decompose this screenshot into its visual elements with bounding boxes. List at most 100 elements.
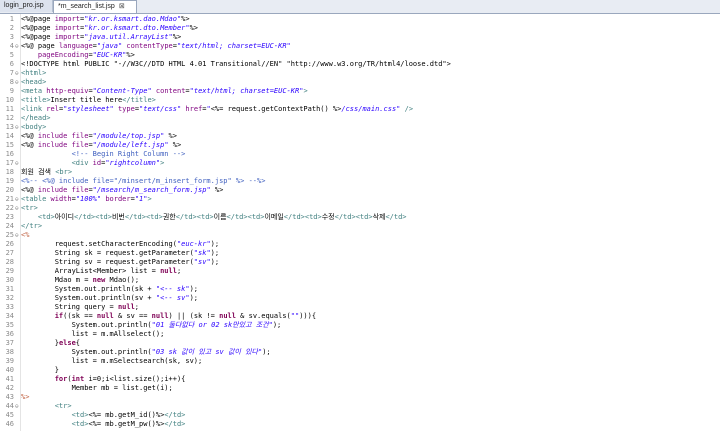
code-text: <tr>	[54, 402, 72, 410]
line-number: 23	[5, 213, 14, 221]
code-line[interactable]: 35 System.out.println("01 둘다없다 or 02 sk만…	[0, 321, 720, 330]
line-number: 37	[5, 339, 14, 347]
code-text: <meta http-equiv="Content-Type" content=…	[21, 87, 308, 95]
code-line[interactable]: 9 <meta http-equiv="Content-Type" content…	[0, 87, 720, 96]
line-number: 14	[5, 132, 14, 140]
code-line[interactable]: 34 if((sk == null & sv == null) || (sk !…	[0, 312, 720, 321]
code-line[interactable]: 3 <%@page import="java.util.ArrayList"%>	[0, 33, 720, 42]
editor-tab-bar: login_pro.jsp *m_search_list.jsp ⊠	[0, 0, 720, 14]
line-number: 31	[5, 285, 14, 293]
line-number: 18	[5, 168, 14, 176]
tab-m-search-list[interactable]: *m_search_list.jsp ⊠	[53, 0, 137, 13]
code-line[interactable]: 18 회원 검색 <br>	[0, 168, 720, 177]
code-line[interactable]: 30 Mdao m = new Mdao();	[0, 276, 720, 285]
code-text: <td>아이디</td><td>비번</td><td>권한</td><td>이름…	[37, 213, 407, 221]
code-line[interactable]: 6 <!DOCTYPE html PUBLIC "-//W3C//DTD HTML…	[0, 60, 720, 69]
line-number: 16	[5, 150, 14, 158]
code-line[interactable]: 45 <td><%= mb.getM_id()%></td>	[0, 411, 720, 420]
line-number: 45	[5, 411, 14, 419]
code-line[interactable]: 7 ⊖ <html>	[0, 69, 720, 78]
line-number: 29	[5, 267, 14, 275]
code-text: for(int i=0;i<list.size();i++){	[54, 375, 186, 383]
code-line[interactable]: 2 <%@page import="kr.or.ksmart.dto.Member…	[0, 24, 720, 33]
code-line[interactable]: 33 String query = null;	[0, 303, 720, 312]
code-line[interactable]: 26 request.setCharacterEncoding("euc-kr"…	[0, 240, 720, 249]
line-number: 25	[5, 231, 14, 239]
code-text: <link rel="stylesheet" type="text/css" h…	[21, 105, 414, 113]
code-line[interactable]: 31 System.out.println(sk + "<-- sk");	[0, 285, 720, 294]
line-number: 30	[5, 276, 14, 284]
code-line[interactable]: 11 <link rel="stylesheet" type="text/css"…	[0, 105, 720, 114]
code-line[interactable]: 43 %>	[0, 393, 720, 402]
line-number: 2	[9, 24, 14, 32]
code-line[interactable]: 22 ⊖ <tr>	[0, 204, 720, 213]
line-number: 26	[5, 240, 14, 248]
line-number: 39	[5, 357, 14, 365]
code-line[interactable]: 24 </tr>	[0, 222, 720, 231]
code-text: <!DOCTYPE html PUBLIC "-//W3C//DTD HTML …	[21, 60, 451, 68]
code-text: </tr>	[21, 222, 43, 230]
code-line[interactable]: 20 <%@ include file="/msearch/m_search_fo…	[0, 186, 720, 195]
line-number: 28	[5, 258, 14, 266]
code-text: list = m.mSelectsearch(sk, sv);	[21, 357, 203, 365]
line-number: 17	[5, 159, 14, 167]
code-line[interactable]: 38 System.out.println("03 sk 값이 있고 sv 값이…	[0, 348, 720, 357]
line-number: 35	[5, 321, 14, 329]
code-text: <td><%= mb.getM_id()%></td>	[71, 411, 186, 419]
code-text: String sv = request.getParameter("sv");	[21, 258, 220, 266]
code-line[interactable]: 44 ⊖ <tr>	[0, 402, 720, 411]
line-number: 40	[5, 366, 14, 374]
code-line[interactable]: 10 <title>Insert title here</title>	[0, 96, 720, 105]
code-text: <table width="100%" border="1">	[21, 195, 152, 203]
code-line[interactable]: 25 ⊖ <%	[0, 231, 720, 240]
code-line[interactable]: 19 <%-- <%@ include file="/minsert/m_inse…	[0, 177, 720, 186]
line-number: 5	[9, 51, 14, 59]
code-text: System.out.println(sv + "<-- sv");	[21, 294, 199, 302]
code-text: <%@page import="kr.or.ksmart.dao.Mdao"%>	[21, 15, 190, 23]
code-line[interactable]: 28 String sv = request.getParameter("sv"…	[0, 258, 720, 267]
code-line[interactable]: 8 ⊖ <head>	[0, 78, 720, 87]
code-line[interactable]: 15 <%@ include file="/module/left.jsp" %>	[0, 141, 720, 150]
code-line[interactable]: 37 }else{	[0, 339, 720, 348]
code-line[interactable]: 13 ⊖ <body>	[0, 123, 720, 132]
code-editor[interactable]: 1 <%@page import="kr.or.ksmart.dao.Mdao"%…	[0, 14, 720, 431]
code-line[interactable]: 23 <td>아이디</td><td>비번</td><td>권한</td><td…	[0, 213, 720, 222]
code-text: String sk = request.getParameter("sk");	[21, 249, 220, 257]
code-line[interactable]: 46 <td><%= mb.getM_pw()%></td>	[0, 420, 720, 429]
tab-login-pro[interactable]: login_pro.jsp	[0, 0, 53, 12]
code-line[interactable]: 4 ⊖ <%@ page language="java" contentType="…	[0, 42, 720, 51]
code-line[interactable]: 29 ArrayList<Member> list = null;	[0, 267, 720, 276]
line-number: 6	[9, 60, 14, 68]
close-tab-icon[interactable]: ⊠	[119, 3, 125, 10]
code-line[interactable]: 32 System.out.println(sv + "<-- sv");	[0, 294, 720, 303]
code-line[interactable]: 12 </head>	[0, 114, 720, 123]
code-line[interactable]: 16 <!-- Begin Right Column -->	[0, 150, 720, 159]
code-line[interactable]: 39 list = m.mSelectsearch(sk, sv);	[0, 357, 720, 366]
code-text: <%@ include file="/module/top.jsp" %>	[21, 132, 177, 140]
code-line[interactable]: 17 ⊖ <div id="rightcolumn">	[0, 159, 720, 168]
line-number: 9	[9, 87, 14, 95]
code-text: %>	[21, 393, 30, 401]
code-text: <html>	[21, 69, 47, 77]
code-line[interactable]: 14 <%@ include file="/module/top.jsp" %>	[0, 132, 720, 141]
line-number: 22	[5, 204, 14, 212]
code-text: <%@ page language="java" contentType="te…	[21, 42, 291, 50]
code-line[interactable]: 5 pageEncoding="EUC-KR"%>	[0, 51, 720, 60]
code-text: <tr>	[21, 204, 38, 212]
line-number: 32	[5, 294, 14, 302]
code-line[interactable]: 42 Member mb = list.get(i);	[0, 384, 720, 393]
code-line[interactable]: 40 }	[0, 366, 720, 375]
code-line[interactable]: 36 list = m.mAllselect();	[0, 330, 720, 339]
line-number: 12	[5, 114, 14, 122]
code-line[interactable]: 21 ⊖ <table width="100%" border="1">	[0, 195, 720, 204]
line-number: 36	[5, 330, 14, 338]
code-text: <%@ include file="/module/left.jsp" %>	[21, 141, 182, 149]
code-text: <%	[21, 231, 30, 239]
code-text: System.out.println(sk + "<-- sk");	[21, 285, 199, 293]
code-line[interactable]: 41 for(int i=0;i<list.size();i++){	[0, 375, 720, 384]
code-text: <%@page import="java.util.ArrayList"%>	[21, 33, 182, 41]
code-text: <%-- <%@ include file="/minsert/m_insert…	[21, 177, 266, 185]
code-line[interactable]: 1 <%@page import="kr.or.ksmart.dao.Mdao"%…	[0, 15, 720, 24]
code-line[interactable]: 27 String sk = request.getParameter("sk"…	[0, 249, 720, 258]
code-text: 회원 검색 <br>	[21, 168, 73, 176]
